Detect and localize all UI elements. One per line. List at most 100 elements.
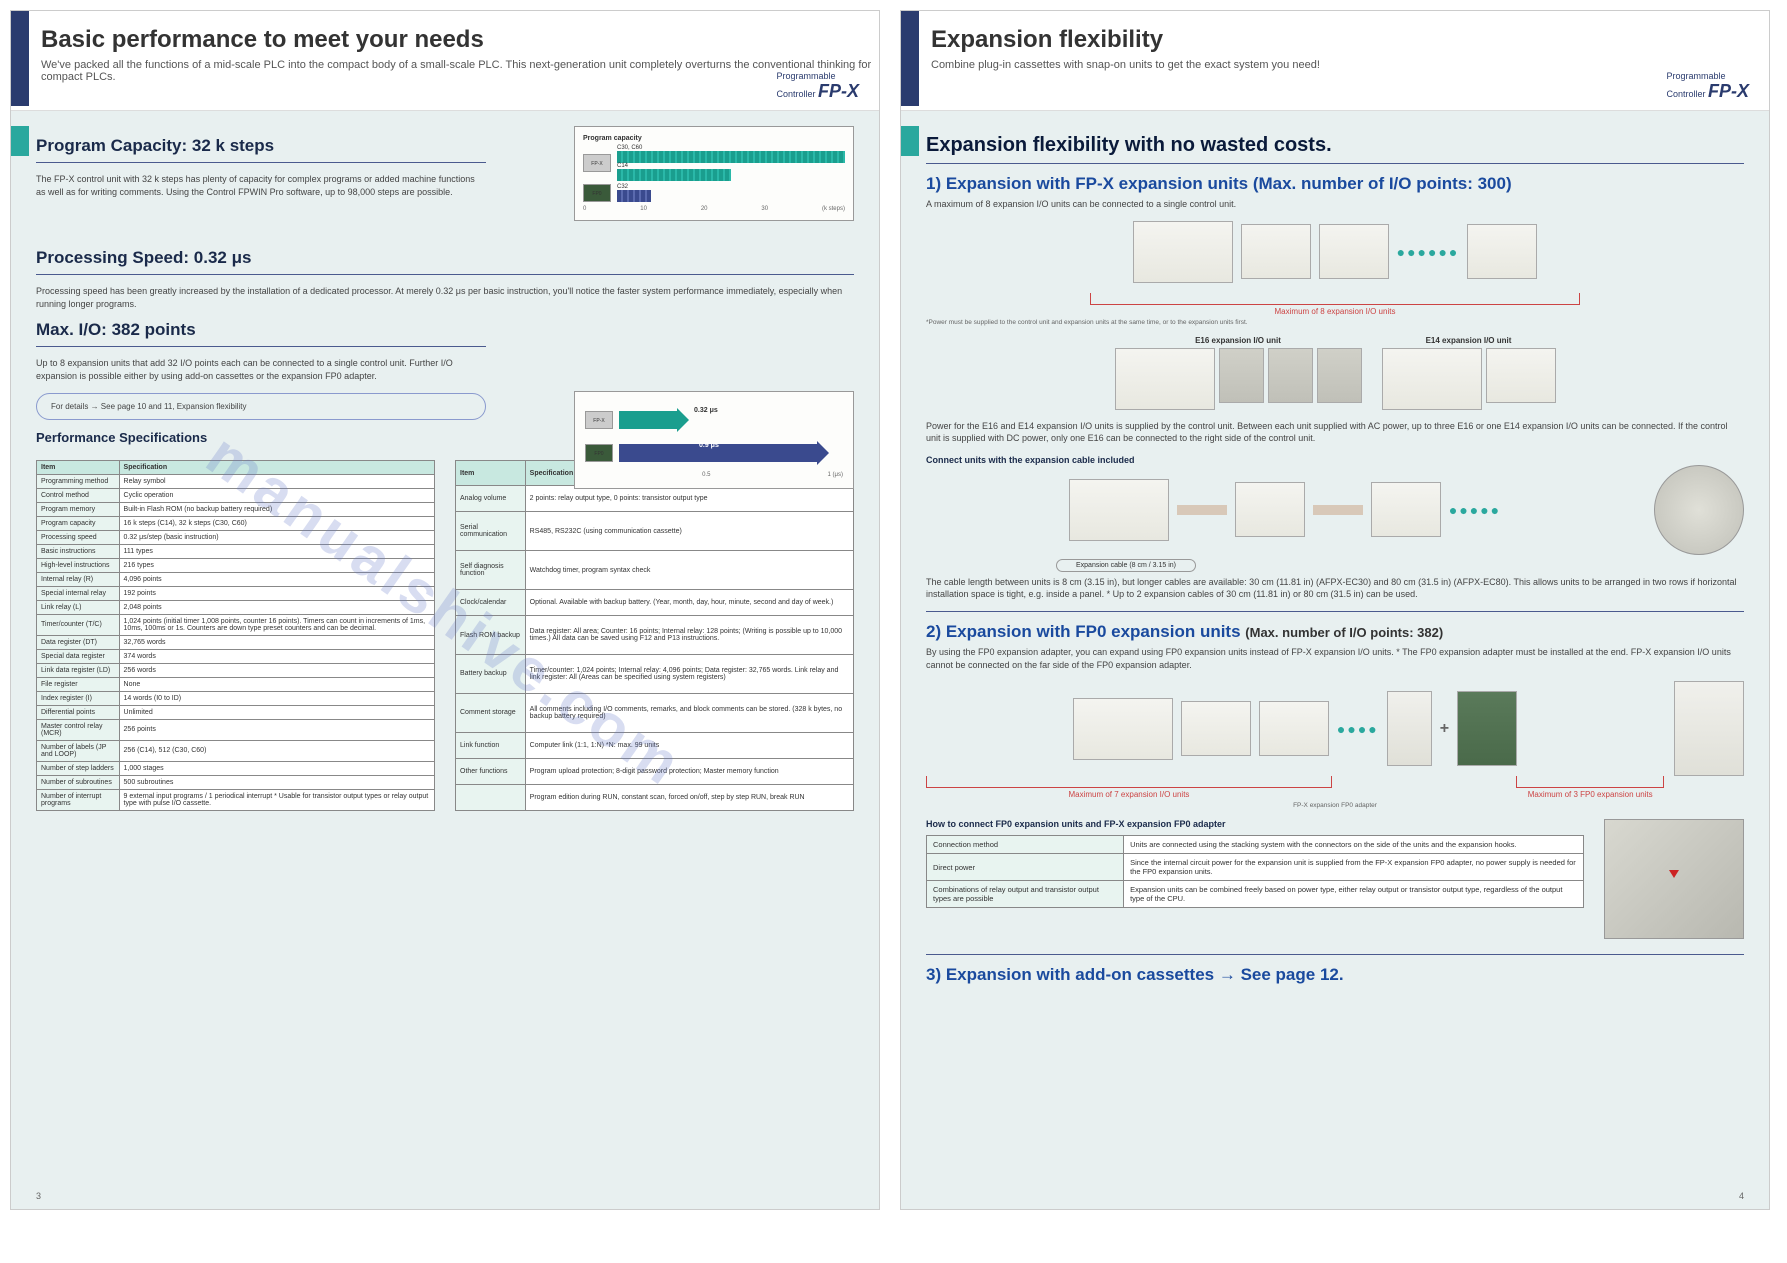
arrow-value: 0.9 μs: [699, 442, 719, 449]
cable-closeup-image: [1654, 465, 1744, 555]
spec-table-1: ItemSpecification Programming methodRela…: [36, 460, 435, 811]
sec2-title-sub: (Max. number of I/O points: 382): [1245, 625, 1443, 640]
divider: [926, 954, 1744, 955]
expansion-unit-image: [1181, 701, 1251, 756]
td: Combinations of relay output and transis…: [927, 881, 1124, 908]
td: Special data register: [37, 649, 120, 663]
device-thumb: FP0: [583, 184, 611, 202]
page-subtitle: Combine plug-in cassettes with snap-on u…: [931, 59, 1320, 71]
td: 32,765 words: [119, 635, 434, 649]
td: Timer/counter (T/C): [37, 614, 120, 635]
th: Specification: [119, 460, 434, 474]
td: Timer/counter: 1,024 points; Internal re…: [525, 654, 853, 693]
section-speed-body: Processing speed has been greatly increa…: [36, 285, 854, 310]
cable-image: [1177, 505, 1227, 515]
divider: [926, 163, 1744, 164]
td: Built-in Flash ROM (no backup battery re…: [119, 502, 434, 516]
expansion-unit-image: [1235, 482, 1305, 537]
bracket-label: Maximum of 7 expansion I/O units: [926, 790, 1332, 799]
page-right: Expansion flexibility Combine plug-in ca…: [900, 10, 1770, 1210]
control-unit-image: [1382, 348, 1482, 410]
unit-row-2: E16 expansion I/O unit E14 expansion I/O…: [926, 336, 1744, 410]
control-unit-image: [1069, 479, 1169, 541]
unit-row-fp0: ●●●● +: [926, 691, 1664, 766]
tick: 1 (μs): [828, 472, 843, 478]
device-thumb: FP-X: [585, 411, 613, 429]
header: Expansion flexibility Combine plug-in ca…: [901, 11, 1769, 111]
page-inner: Expansion flexibility Combine plug-in ca…: [900, 10, 1770, 1210]
sec1-body: A maximum of 8 expansion I/O units can b…: [926, 198, 1744, 211]
super-title: Expansion flexibility with no wasted cos…: [926, 134, 1744, 157]
td: Program upload protection; 8-digit passw…: [525, 758, 853, 784]
td: Link data register (LD): [37, 663, 120, 677]
td: 16 k steps (C14), 32 k steps (C30, C60): [119, 516, 434, 530]
chart-axis: 0 10 20 30 (k steps): [583, 206, 845, 212]
control-unit-image: [1073, 698, 1173, 760]
td: 192 points: [119, 586, 434, 600]
chart-axis: 0.5 1 (μs): [585, 472, 843, 478]
brand-pre: Programmable: [776, 71, 835, 81]
arrow: [619, 411, 679, 429]
label: E14 expansion I/O unit: [1382, 336, 1556, 345]
arrow: [619, 444, 819, 462]
bar-row: FP-X C30, C60 C14: [583, 145, 845, 181]
header: Basic performance to meet your needs We'…: [11, 11, 879, 111]
bracket: [1516, 776, 1664, 788]
td: Program edition during RUN, constant sca…: [525, 784, 853, 810]
td: RS485, RS232C (using communication casse…: [525, 512, 853, 551]
tables: ItemSpecification Programming methodRela…: [36, 460, 854, 811]
td: 4,096 points: [119, 572, 434, 586]
e16-unit-image: [1219, 348, 1264, 403]
e14-unit-image: [1486, 348, 1556, 403]
brand-pre2: Controller: [1666, 89, 1705, 99]
td: 2,048 points: [119, 600, 434, 614]
arrow-row: FP-X 0.32 μs: [585, 405, 843, 435]
e16-unit-image: [1317, 348, 1362, 403]
td: 2 points: relay output type, 0 points: t…: [525, 486, 853, 512]
td: 256 points: [119, 719, 434, 740]
sec2-body: By using the FP0 expansion adapter, you …: [926, 646, 1744, 671]
fp0-adapter-image: [1387, 691, 1432, 766]
td: Data register (DT): [37, 635, 120, 649]
arrow-down-icon: [1669, 870, 1679, 878]
td: Unlimited: [119, 705, 434, 719]
brand-logo: Programmable Controller FP-X: [776, 71, 859, 102]
td: Index register (I): [37, 691, 120, 705]
control-unit-image: [1115, 348, 1215, 410]
sec2-title-text: 2) Expansion with FP0 expansion units: [926, 622, 1241, 641]
spine-accent: [11, 11, 29, 106]
td: Watchdog timer, program syntax check: [525, 551, 853, 590]
td: Programming method: [37, 474, 120, 488]
td: Number of interrupt programs: [37, 789, 120, 810]
td: Battery backup: [456, 654, 526, 693]
brand-pre2: Controller: [776, 89, 815, 99]
td: Number of subroutines: [37, 775, 120, 789]
device-thumb: FP0: [585, 444, 613, 462]
e16-unit-image: [1268, 348, 1313, 403]
axis-label: (k steps): [822, 206, 845, 212]
td: Connection method: [927, 836, 1124, 854]
connect-table: Connection methodUnits are connected usi…: [926, 835, 1584, 908]
divider: [36, 346, 486, 347]
sec1-title: 1) Expansion with FP-X expansion units (…: [926, 174, 1744, 194]
connect-section: How to connect FP0 expansion units and F…: [926, 819, 1744, 939]
th: Item: [37, 460, 120, 474]
note-text: For details → See page 10 and 11, Expans…: [51, 402, 247, 411]
arrow-row: FP0 0.9 μs: [585, 438, 843, 468]
td: 111 types: [119, 544, 434, 558]
section-program-capacity-body: The FP-X control unit with 32 k steps ha…: [36, 173, 486, 198]
th: Item: [456, 460, 526, 486]
spine-accent: [901, 11, 919, 106]
bracket-label: Maximum of 3 FP0 expansion units: [1516, 790, 1664, 799]
spec-table-2: ItemSpecification Analog volume2 points:…: [455, 460, 854, 811]
tick: 0.5: [702, 472, 710, 478]
td: Comment storage: [456, 693, 526, 732]
td: None: [119, 677, 434, 691]
chart-program-capacity: Program capacity FP-X C30, C60 C14 FP0 C…: [574, 126, 854, 221]
td: 256 (C14), 512 (C30, C60): [119, 740, 434, 761]
cable-image: [1313, 505, 1363, 515]
brand-name: FP-X: [1708, 81, 1749, 101]
control-unit-image: [1133, 221, 1233, 283]
cable-label: Expansion cable (8 cm / 3.15 in): [1056, 559, 1196, 572]
td: Control method: [37, 488, 120, 502]
